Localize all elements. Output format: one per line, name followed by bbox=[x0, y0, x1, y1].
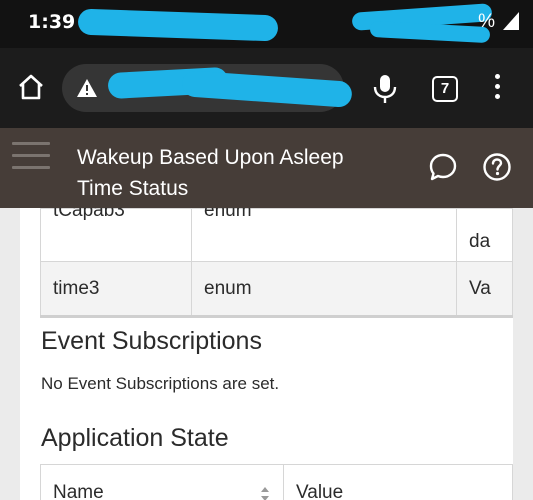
table-cell-type: enum bbox=[191, 261, 457, 317]
table-header-row: Name Value bbox=[40, 464, 513, 500]
sort-icon[interactable] bbox=[261, 485, 269, 500]
application-state-heading: Application State bbox=[41, 424, 229, 452]
column-header-value[interactable]: Value bbox=[283, 464, 513, 500]
attributes-table: tCapab3 enum da time3 enum Va bbox=[40, 208, 513, 318]
table-cell-value: da bbox=[456, 208, 513, 262]
status-time: 1:39 bbox=[28, 11, 76, 33]
table-cell-type: enum bbox=[191, 208, 457, 262]
app-header: Wakeup Based Upon Asleep Time Status bbox=[0, 128, 533, 208]
page-title: Wakeup Based Upon Asleep Time Status bbox=[77, 142, 397, 204]
hamburger-icon[interactable] bbox=[12, 142, 50, 170]
column-header-name[interactable]: Name bbox=[40, 464, 284, 500]
chat-icon[interactable] bbox=[428, 152, 458, 182]
battery-percent: % bbox=[478, 11, 495, 32]
application-state-table: Name Value bbox=[40, 464, 513, 500]
redaction-scribble bbox=[181, 70, 353, 108]
event-subscriptions-heading: Event Subscriptions bbox=[41, 327, 262, 355]
page-title-line2: Time Status bbox=[77, 177, 189, 200]
redaction-scribble bbox=[369, 20, 491, 44]
column-header-name-label: Name bbox=[53, 482, 104, 500]
help-icon[interactable] bbox=[482, 152, 512, 182]
home-icon[interactable] bbox=[16, 72, 46, 102]
signal-icon bbox=[503, 12, 519, 30]
table-cell-name: tCapab3 bbox=[40, 208, 192, 262]
event-subscriptions-text: No Event Subscriptions are set. bbox=[41, 374, 280, 393]
table-row: tCapab3 enum da bbox=[40, 208, 513, 262]
microphone-icon[interactable] bbox=[372, 74, 398, 104]
table-row: time3 enum Va bbox=[40, 261, 513, 317]
tabs-count-button[interactable]: 7 bbox=[432, 76, 458, 102]
status-bar: 1:39 % bbox=[0, 0, 533, 48]
table-cell-name: time3 bbox=[40, 261, 192, 317]
browser-toolbar: 7 bbox=[0, 48, 533, 128]
warning-icon[interactable] bbox=[76, 78, 98, 98]
page-title-line1: Wakeup Based Upon Asleep bbox=[77, 146, 344, 169]
address-bar[interactable] bbox=[62, 64, 353, 112]
main-content: tCapab3 enum da time3 enum Va Event Subs… bbox=[20, 208, 513, 500]
table-cell-value: Va bbox=[456, 261, 513, 317]
more-vert-icon[interactable] bbox=[492, 74, 502, 102]
redaction-scribble bbox=[77, 8, 279, 42]
